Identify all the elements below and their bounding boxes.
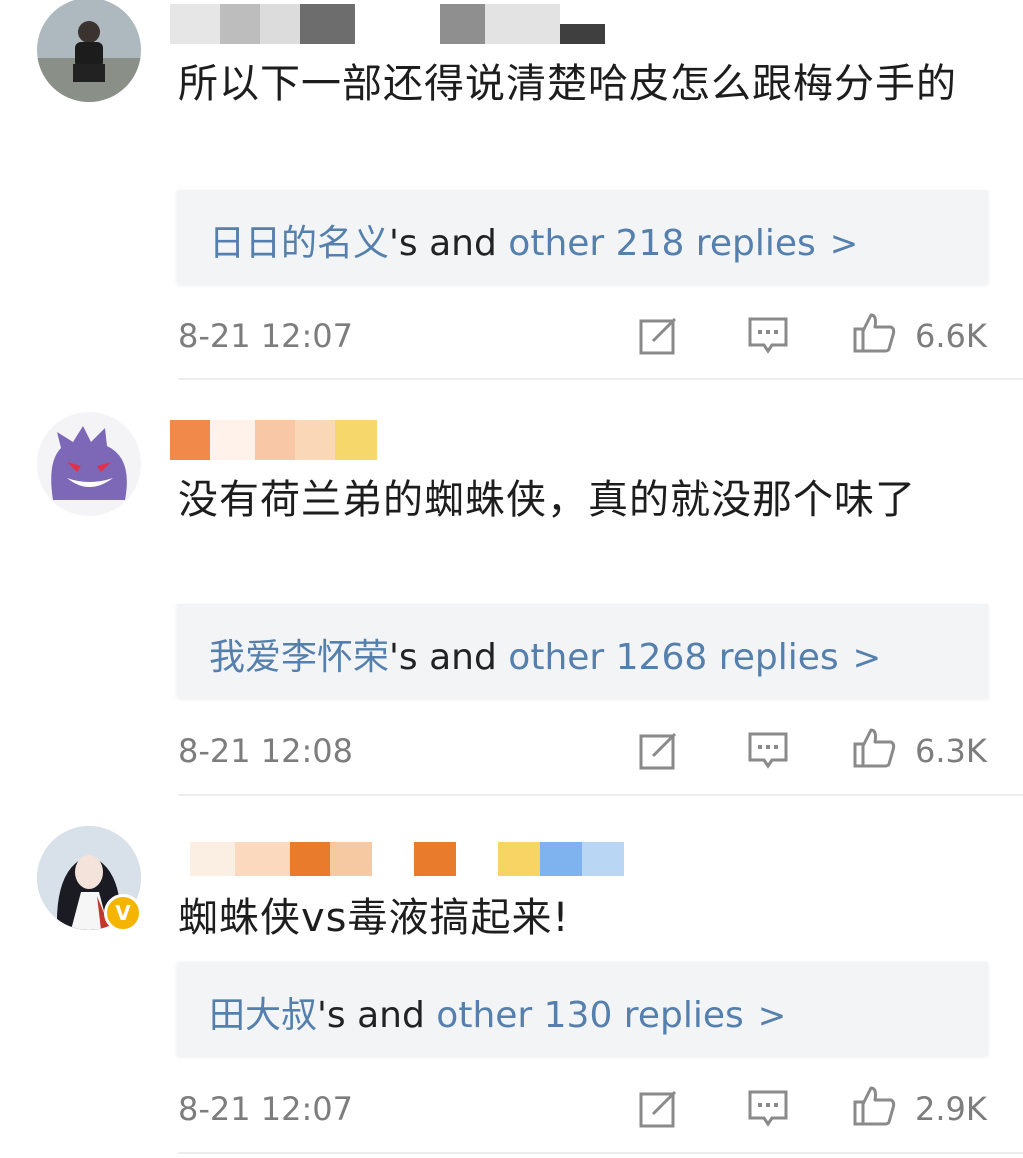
replies-preview[interactable]: 田大叔's and other 130 replies > xyxy=(177,962,988,1056)
like-icon[interactable] xyxy=(853,311,897,355)
chevron-right-icon: > xyxy=(829,224,859,264)
reply-user[interactable]: 我爱李怀荣 xyxy=(209,637,389,678)
comment-icon[interactable] xyxy=(746,728,790,772)
timestamp: 8-21 12:08 xyxy=(178,732,354,770)
reply-count[interactable]: other 1268 replies xyxy=(508,637,838,678)
replies-link[interactable]: 我爱李怀荣's and other 1268 replies > xyxy=(209,628,881,680)
comment-text: 蜘蛛侠vs毒液搞起来! xyxy=(178,895,570,941)
replies-preview[interactable]: 我爱李怀荣's and other 1268 replies > xyxy=(177,604,988,698)
username-redacted[interactable] xyxy=(190,842,624,876)
comment-item: 所以下一部还得说清楚哈皮怎么跟梅分手的 日日的名义's and other 21… xyxy=(0,0,1023,380)
like-icon[interactable] xyxy=(853,726,897,770)
divider xyxy=(178,1152,1023,1154)
timestamp: 8-21 12:07 xyxy=(178,1090,354,1128)
comment-item: V 蜘蛛侠vs毒液搞起来! 田大叔's and other 130 replie… xyxy=(0,796,1023,1158)
reply-user[interactable]: 日日的名义 xyxy=(209,223,389,264)
avatar[interactable] xyxy=(37,412,141,516)
chevron-right-icon: > xyxy=(852,638,882,678)
like-icon[interactable] xyxy=(853,1084,897,1128)
comment-icon[interactable] xyxy=(746,313,790,357)
reply-count[interactable]: other 218 replies xyxy=(508,223,815,264)
username-redacted[interactable] xyxy=(170,4,605,44)
timestamp: 8-21 12:07 xyxy=(178,317,354,355)
replies-preview[interactable]: 日日的名义's and other 218 replies > xyxy=(177,190,988,284)
reply-connector: 's and xyxy=(389,637,497,678)
share-icon[interactable] xyxy=(637,728,681,772)
comment-text: 所以下一部还得说清楚哈皮怎么跟梅分手的 xyxy=(178,61,957,107)
avatar[interactable] xyxy=(37,0,141,102)
comment-item: 没有荷兰弟的蜘蛛侠，真的就没那个味了 我爱李怀荣's and other 126… xyxy=(0,380,1023,796)
replies-link[interactable]: 田大叔's and other 130 replies > xyxy=(209,986,786,1038)
share-icon[interactable] xyxy=(637,1086,681,1130)
reply-connector: 's and xyxy=(389,223,497,264)
comment-icon[interactable] xyxy=(746,1086,790,1130)
comment-text: 没有荷兰弟的蜘蛛侠，真的就没那个味了 xyxy=(178,477,916,523)
replies-link[interactable]: 日日的名义's and other 218 replies > xyxy=(209,214,858,266)
chevron-right-icon: > xyxy=(757,996,787,1036)
reply-connector: 's and xyxy=(317,995,425,1036)
like-count: 2.9K xyxy=(915,1090,987,1128)
username-redacted[interactable] xyxy=(170,420,377,460)
verified-badge-icon: V xyxy=(104,894,142,932)
reply-user[interactable]: 田大叔 xyxy=(209,995,317,1036)
like-count: 6.3K xyxy=(915,732,987,770)
like-count: 6.6K xyxy=(915,317,987,355)
share-icon[interactable] xyxy=(637,313,681,357)
reply-count[interactable]: other 130 replies xyxy=(436,995,743,1036)
